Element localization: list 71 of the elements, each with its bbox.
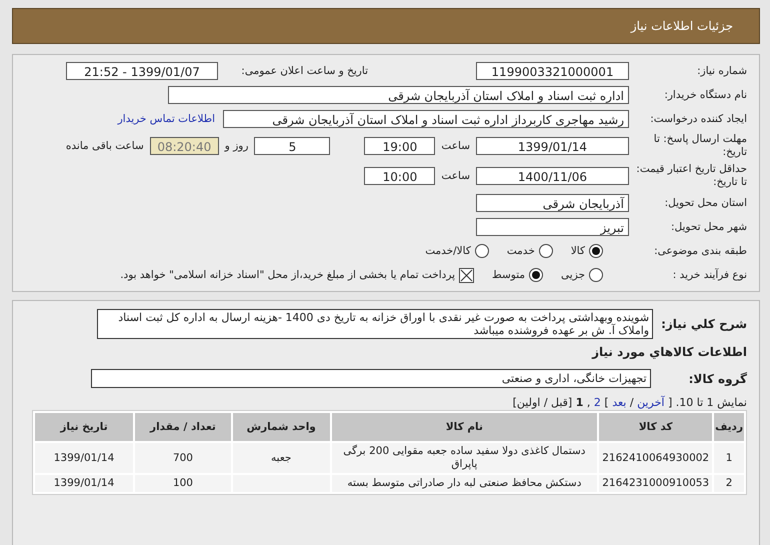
column-header: نام کالا	[332, 413, 598, 441]
column-header: تاریخ نیاز	[35, 413, 134, 441]
pagination-text: [قبل / اولین]	[512, 396, 572, 409]
field-label: گروه کالا:	[688, 372, 747, 386]
column-header: تعداد / مقدار	[135, 413, 231, 441]
field-label: جزیی	[560, 269, 585, 281]
table-cell: 2162410064930002	[599, 443, 712, 473]
value-field: تجهیزات خانگی، اداری و صنعتی	[90, 369, 651, 388]
field-label: شرح کلي نياز:	[661, 317, 747, 331]
value-field: 1400/11/06	[476, 167, 629, 185]
page-link[interactable]: آخرین	[637, 396, 664, 409]
value-field: 1199003321000001	[476, 62, 629, 80]
table-cell: 1	[714, 443, 744, 473]
value-field: آذربایجان شرقی	[476, 194, 629, 212]
field-label: ساعت	[440, 170, 471, 182]
page-link[interactable]: 2	[594, 396, 601, 409]
value-field: اداره ثبت اسناد و املاک استان آذربایجان شرقی	[168, 86, 629, 104]
field-label: ساعت	[440, 140, 471, 152]
pagination-text: ]	[604, 396, 609, 409]
value-field: رشید مهاجری کاربرداز اداره ثبت اسناد و املاک استان آذربایجان شرقی	[223, 110, 629, 128]
field-label: استان محل تحویل:	[664, 196, 747, 210]
page-title: جزئیات اطلاعات نیاز	[630, 19, 733, 33]
table-cell: 700	[135, 443, 231, 473]
radio-button[interactable]	[589, 268, 603, 282]
section-title: اطلاعات کالاهاي مورد نياز	[590, 345, 747, 359]
field-label: طبقه بندی موضوعی:	[653, 244, 747, 258]
field-label: روز و	[223, 140, 250, 152]
field-label: حداقل تاریخ اعتبار قیمت: تا تاریخ:	[635, 163, 747, 189]
value-field: 10:00	[364, 167, 436, 185]
field-label: ساعت باقی مانده	[64, 140, 145, 152]
field-label: پرداخت تمام یا بخشی از مبلغ خرید،از محل "اسناد خزانه اسلامی" خواهد بود.	[120, 269, 456, 281]
radio-button[interactable]	[538, 244, 553, 258]
column-header: واحد شمارش	[232, 413, 330, 441]
field-label: کالا/خدمت	[424, 245, 471, 257]
current-page: 1	[576, 396, 584, 409]
table-cell: جعبه	[232, 443, 330, 473]
value-field: 5	[254, 137, 330, 155]
table-cell: 100	[135, 475, 231, 492]
field-label: کالا	[570, 245, 585, 257]
table-cell: 1399/01/14	[35, 443, 134, 473]
table-cell: 2164231000910053	[599, 475, 712, 492]
field-label: شماره نیاز:	[696, 64, 747, 78]
radio-button[interactable]	[529, 268, 544, 282]
table-cell: 2	[714, 475, 744, 492]
value-field: 08:20:40	[150, 137, 219, 155]
table-cell: دستکش محافظ صنعتی لبه دار صادراتی متوسط بسته	[332, 475, 598, 492]
contact-link[interactable]: اطلاعات تماس خریدار	[118, 113, 215, 125]
pagination-text: /	[630, 396, 634, 409]
pagination-text: نمایش 1 تا 10. [	[668, 396, 747, 409]
field-label: تاریخ و ساعت اعلان عمومی:	[240, 64, 368, 78]
radio-button[interactable]	[589, 244, 603, 258]
field-label: شهر محل تحویل:	[670, 220, 747, 234]
field-label: مهلت ارسال پاسخ: تا تاریخ:	[652, 133, 747, 159]
field-label: خدمت	[506, 245, 535, 257]
value-field: 1399/01/14	[476, 137, 629, 155]
table-cell: 1399/01/14	[35, 475, 134, 492]
value-field: تبریز	[476, 218, 629, 236]
field-label: متوسط	[491, 269, 526, 281]
value-field: 19:00	[364, 137, 436, 155]
column-header: ردیف	[714, 413, 744, 441]
table-cell: دستمال کاغذی دولا سفید ساده جعبه مقوایی 200 برگی پاپراق	[332, 443, 598, 473]
column-header: کد کالا	[599, 413, 712, 441]
page-link[interactable]: بعد	[612, 396, 626, 409]
field-label: نوع فرآیند خرید :	[672, 268, 747, 282]
pagination-text: ,	[586, 396, 590, 409]
radio-button[interactable]	[474, 244, 489, 258]
checkbox[interactable]	[459, 268, 474, 282]
field-label: نام دستگاه خریدار:	[663, 88, 747, 102]
value-field: 1399/01/07 - 21:52	[66, 62, 218, 80]
description-box: شوینده وبهداشتی پرداخت به صورت غیر نقدی با اوراق خزانه به تاریخ دی 1400 -هزینه ارسال به اداره کل ثبت اسناد واملاک آ. ش بر عهده فروشنده میباشد	[97, 309, 654, 339]
field-label: ایجاد کننده درخواست:	[649, 112, 747, 126]
